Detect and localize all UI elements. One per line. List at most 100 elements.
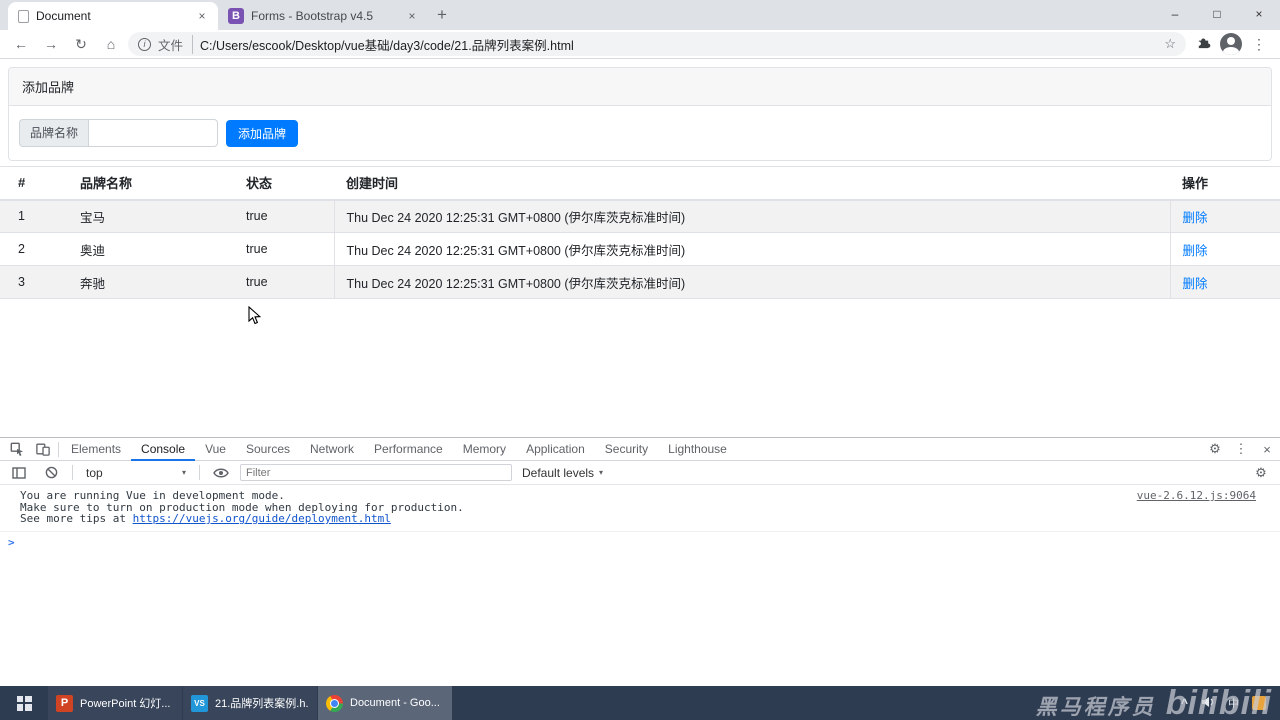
browser-menu-kebab-icon[interactable]: ⋮ xyxy=(1246,36,1272,53)
devtools-tab-sources[interactable]: Sources xyxy=(236,438,300,461)
devtools-tab-memory[interactable]: Memory xyxy=(453,438,516,461)
window-minimize-button[interactable]: – xyxy=(1154,0,1196,28)
home-icon[interactable]: ⌂ xyxy=(98,36,124,52)
delete-link[interactable]: 删除 xyxy=(1183,277,1208,291)
devtools-panel: Elements Console Vue Sources Network Per… xyxy=(0,437,1280,686)
new-tab-button[interactable]: + xyxy=(428,2,456,30)
tab-title: Forms - Bootstrap v4.5 xyxy=(251,9,374,23)
delete-link[interactable]: 删除 xyxy=(1183,244,1208,258)
url-text[interactable]: C:/Users/escook/Desktop/vue基础/day3/code/… xyxy=(200,35,1157,54)
window-maximize-button[interactable]: □ xyxy=(1196,0,1238,28)
vscode-icon: VS xyxy=(191,694,208,712)
bootstrap-favicon-icon: B xyxy=(228,8,244,24)
cell-index: 1 xyxy=(0,199,68,233)
console-message: You are running Vue in development mode.… xyxy=(0,485,1280,532)
browser-tabstrip: Document × B Forms - Bootstrap v4.5 × + … xyxy=(0,0,1280,30)
cell-status: true xyxy=(234,199,334,233)
inspect-element-icon[interactable] xyxy=(4,438,30,461)
browser-tab-document[interactable]: Document × xyxy=(8,2,218,30)
console-source-link[interactable]: vue-2.6.12.js:9064 xyxy=(1137,490,1256,502)
table-row: 2 奥迪 true Thu Dec 24 2020 12:25:31 GMT+0… xyxy=(0,232,1280,266)
console-deployment-link[interactable]: https://vuejs.org/guide/deployment.html xyxy=(133,512,391,525)
console-output: You are running Vue in development mode.… xyxy=(0,485,1280,549)
cell-name: 宝马 xyxy=(68,199,234,233)
cell-status: true xyxy=(234,232,334,266)
tab-close-icon[interactable]: × xyxy=(404,9,420,23)
powerpoint-icon: P xyxy=(56,694,73,712)
address-bar[interactable]: i 文件 C:/Users/escook/Desktop/vue基础/day3/… xyxy=(128,32,1186,56)
taskbar-app-label: 21.品牌列表案例.h... xyxy=(215,698,309,710)
window-close-button[interactable]: × xyxy=(1238,0,1280,28)
brand-input-group: 品牌名称 xyxy=(19,119,219,147)
chrome-icon xyxy=(326,694,343,712)
brand-name-label: 品牌名称 xyxy=(19,119,89,147)
cell-status: true xyxy=(234,265,334,299)
cell-index: 2 xyxy=(0,232,68,266)
cell-created: Thu Dec 24 2020 12:25:31 GMT+0800 (伊尔库茨克… xyxy=(333,199,1170,233)
console-sidebar-icon[interactable] xyxy=(6,461,32,484)
table-header-row: # 品牌名称 状态 创建时间 操作 xyxy=(0,166,1280,201)
page-viewport: 添加品牌 品牌名称 添加品牌 # 品牌名称 状态 创建时间 操作 1 宝马 tr… xyxy=(0,60,1280,437)
javascript-context-select[interactable]: top ▾ xyxy=(81,466,191,480)
back-icon[interactable]: ← xyxy=(8,36,34,52)
brand-table: # 品牌名称 状态 创建时间 操作 1 宝马 true Thu Dec 24 2… xyxy=(0,166,1280,299)
brand-name-input[interactable] xyxy=(88,119,219,147)
tray-app-icon[interactable] xyxy=(1252,696,1266,710)
col-header-name: 品牌名称 xyxy=(68,166,234,201)
devtools-tab-performance[interactable]: Performance xyxy=(364,438,453,461)
tab-title: Document xyxy=(36,9,91,23)
console-settings-gear-icon[interactable]: ⚙ xyxy=(1248,461,1274,484)
windows-logo-icon xyxy=(16,695,32,711)
cell-created: Thu Dec 24 2020 12:25:31 GMT+0800 (伊尔库茨克… xyxy=(333,232,1170,266)
devtools-tab-lighthouse[interactable]: Lighthouse xyxy=(658,438,737,461)
page-info-icon[interactable]: i xyxy=(138,37,151,51)
taskbar-app-chrome[interactable]: Document - Goo... xyxy=(318,686,452,720)
devtools-tab-elements[interactable]: Elements xyxy=(61,438,131,461)
divider xyxy=(58,441,59,457)
devtools-tab-application[interactable]: Application xyxy=(516,438,595,461)
tray-chevron-up-icon[interactable]: ^ xyxy=(1181,696,1188,710)
table-row: 3 奔驰 true Thu Dec 24 2020 12:25:31 GMT+0… xyxy=(0,265,1280,299)
console-toolbar: top ▾ Default levels ▾ ⚙ xyxy=(0,461,1280,485)
cell-index: 3 xyxy=(0,265,68,299)
console-prompt[interactable]: > xyxy=(0,532,1280,549)
bookmark-star-icon[interactable]: ☆ xyxy=(1164,36,1176,52)
tray-volume-icon[interactable] xyxy=(1201,696,1215,711)
devtools-tabbar: Elements Console Vue Sources Network Per… xyxy=(0,438,1280,461)
tray-ime-indicator[interactable]: 中 xyxy=(1228,695,1239,711)
devtools-tab-console[interactable]: Console xyxy=(131,438,195,461)
console-filter-input[interactable] xyxy=(240,464,512,481)
forward-icon[interactable]: → xyxy=(38,36,64,52)
devtools-tab-security[interactable]: Security xyxy=(595,438,658,461)
cell-created: Thu Dec 24 2020 12:25:31 GMT+0800 (伊尔库茨克… xyxy=(333,265,1170,299)
tab-close-icon[interactable]: × xyxy=(194,9,210,23)
cell-name: 奔驰 xyxy=(68,265,234,299)
delete-link[interactable]: 删除 xyxy=(1183,211,1208,225)
taskbar-app-vscode[interactable]: VS 21.品牌列表案例.h... xyxy=(183,686,317,720)
devtools-close-icon[interactable]: × xyxy=(1254,438,1280,461)
add-brand-button[interactable]: 添加品牌 xyxy=(226,119,299,147)
taskbar-app-powerpoint[interactable]: P PowerPoint 幻灯... xyxy=(48,686,182,720)
log-levels-select[interactable]: Default levels ▾ xyxy=(518,466,607,480)
context-select-value: top xyxy=(86,465,103,480)
start-button[interactable] xyxy=(0,686,48,720)
window-controls: – □ × xyxy=(1154,0,1280,28)
clear-console-icon[interactable] xyxy=(38,461,64,484)
live-expression-eye-icon[interactable] xyxy=(208,461,234,484)
extensions-icon[interactable] xyxy=(1190,35,1216,53)
add-brand-card: 添加品牌 品牌名称 添加品牌 xyxy=(8,67,1272,161)
profile-avatar[interactable] xyxy=(1220,33,1242,55)
devtools-tab-network[interactable]: Network xyxy=(300,438,364,461)
mouse-cursor xyxy=(248,305,262,331)
divider xyxy=(199,465,200,480)
devtools-settings-gear-icon[interactable]: ⚙ xyxy=(1202,438,1228,461)
browser-tab-bootstrap[interactable]: B Forms - Bootstrap v4.5 × xyxy=(218,2,428,30)
document-favicon-icon xyxy=(18,9,29,23)
col-header-status: 状态 xyxy=(234,166,334,201)
log-levels-value: Default levels xyxy=(522,465,595,480)
device-toolbar-icon[interactable] xyxy=(30,438,56,461)
devtools-menu-kebab-icon[interactable]: ⋮ xyxy=(1228,438,1254,461)
devtools-tab-vue[interactable]: Vue xyxy=(195,438,236,461)
table-row: 1 宝马 true Thu Dec 24 2020 12:25:31 GMT+0… xyxy=(0,199,1280,233)
reload-icon[interactable]: ↻ xyxy=(68,36,94,53)
